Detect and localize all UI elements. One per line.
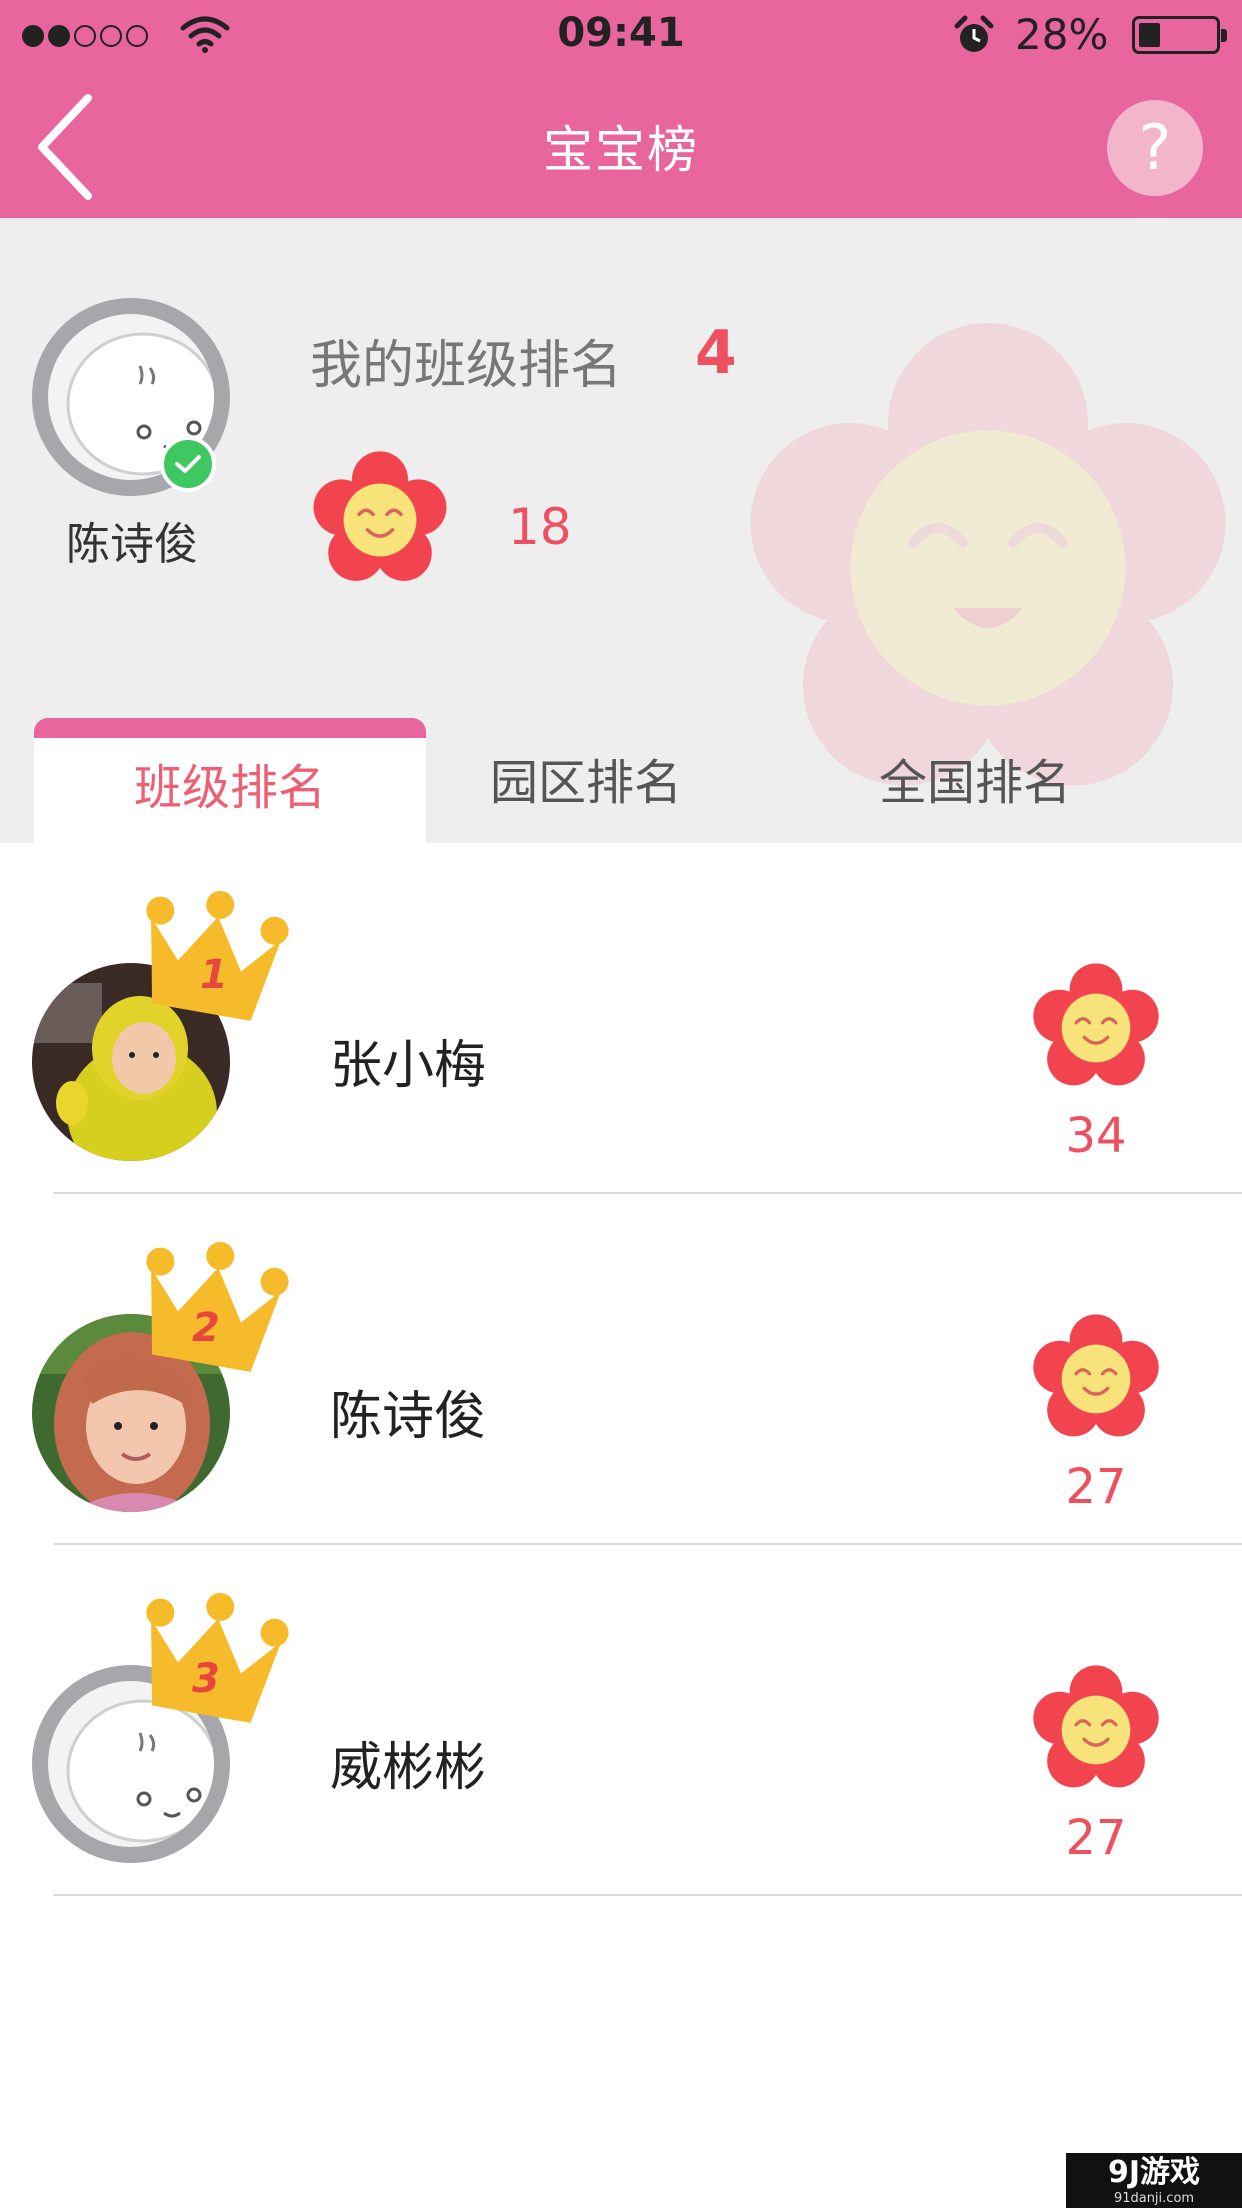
crown-icon: 2 bbox=[146, 1241, 289, 1372]
child-name: 威彬彬 bbox=[330, 1738, 487, 1798]
help-button[interactable]: ? bbox=[1107, 100, 1203, 196]
my-class-rank-label: 我的班级排名 bbox=[310, 336, 623, 396]
ranking-tabs: 班级排名 园区排名 全国排名 bbox=[0, 718, 1242, 843]
flower-icon bbox=[1033, 1665, 1159, 1788]
flower-count: 27 bbox=[1065, 1810, 1127, 1866]
watermark-logo: 9J游戏 91danji.com bbox=[1066, 2153, 1242, 2208]
verified-check-icon bbox=[160, 436, 216, 492]
battery-percent: 28% bbox=[1015, 10, 1109, 59]
crown-icon: 1 bbox=[146, 890, 289, 1021]
flower-icon bbox=[1033, 963, 1159, 1086]
my-rank-header: 陈诗俊 我的班级排名 4 18 班级排名 园区排名 全国排名 bbox=[0, 218, 1242, 843]
tab-campus-ranking[interactable]: 园区排名 bbox=[426, 718, 746, 843]
flower-icon bbox=[1033, 1314, 1159, 1437]
tab-national-ranking[interactable]: 全国排名 bbox=[810, 718, 1140, 843]
flower-count: 27 bbox=[1065, 1459, 1127, 1515]
my-name: 陈诗俊 bbox=[66, 519, 198, 570]
watermark-site: 91danji.com bbox=[1113, 2191, 1195, 2206]
flower-icon bbox=[313, 451, 447, 581]
list-item[interactable]: 1 张小梅 34 bbox=[0, 843, 1242, 1194]
child-name: 陈诗俊 bbox=[330, 1387, 487, 1447]
divider bbox=[53, 1894, 1242, 1896]
page-title: 宝宝榜 bbox=[543, 121, 699, 179]
battery-icon bbox=[1132, 16, 1227, 54]
rank-badge: 3 bbox=[192, 1656, 220, 1702]
rank-badge: 2 bbox=[192, 1305, 220, 1351]
tab-class-ranking[interactable]: 班级排名 bbox=[34, 718, 426, 843]
list-item[interactable]: 2 陈诗俊 27 bbox=[0, 1194, 1242, 1545]
my-flower-count: 18 bbox=[508, 498, 572, 556]
watermark-logo-text: 9J游戏 bbox=[1107, 2155, 1201, 2190]
crown-icon: 3 bbox=[146, 1592, 289, 1723]
battery-level bbox=[1139, 23, 1160, 47]
my-class-rank-value: 4 bbox=[695, 318, 737, 388]
rank-badge: 1 bbox=[200, 952, 228, 998]
my-avatar[interactable] bbox=[32, 298, 230, 496]
list-item[interactable]: 3 威彬彬 27 bbox=[0, 1545, 1242, 1896]
flower-count: 34 bbox=[1065, 1108, 1127, 1164]
alarm-clock-icon bbox=[954, 15, 994, 52]
top-bar: 09:41 28% 宝宝榜 ? bbox=[0, 0, 1242, 218]
child-name: 张小梅 bbox=[330, 1036, 487, 1096]
status-bar: 09:41 28% bbox=[0, 0, 1242, 68]
